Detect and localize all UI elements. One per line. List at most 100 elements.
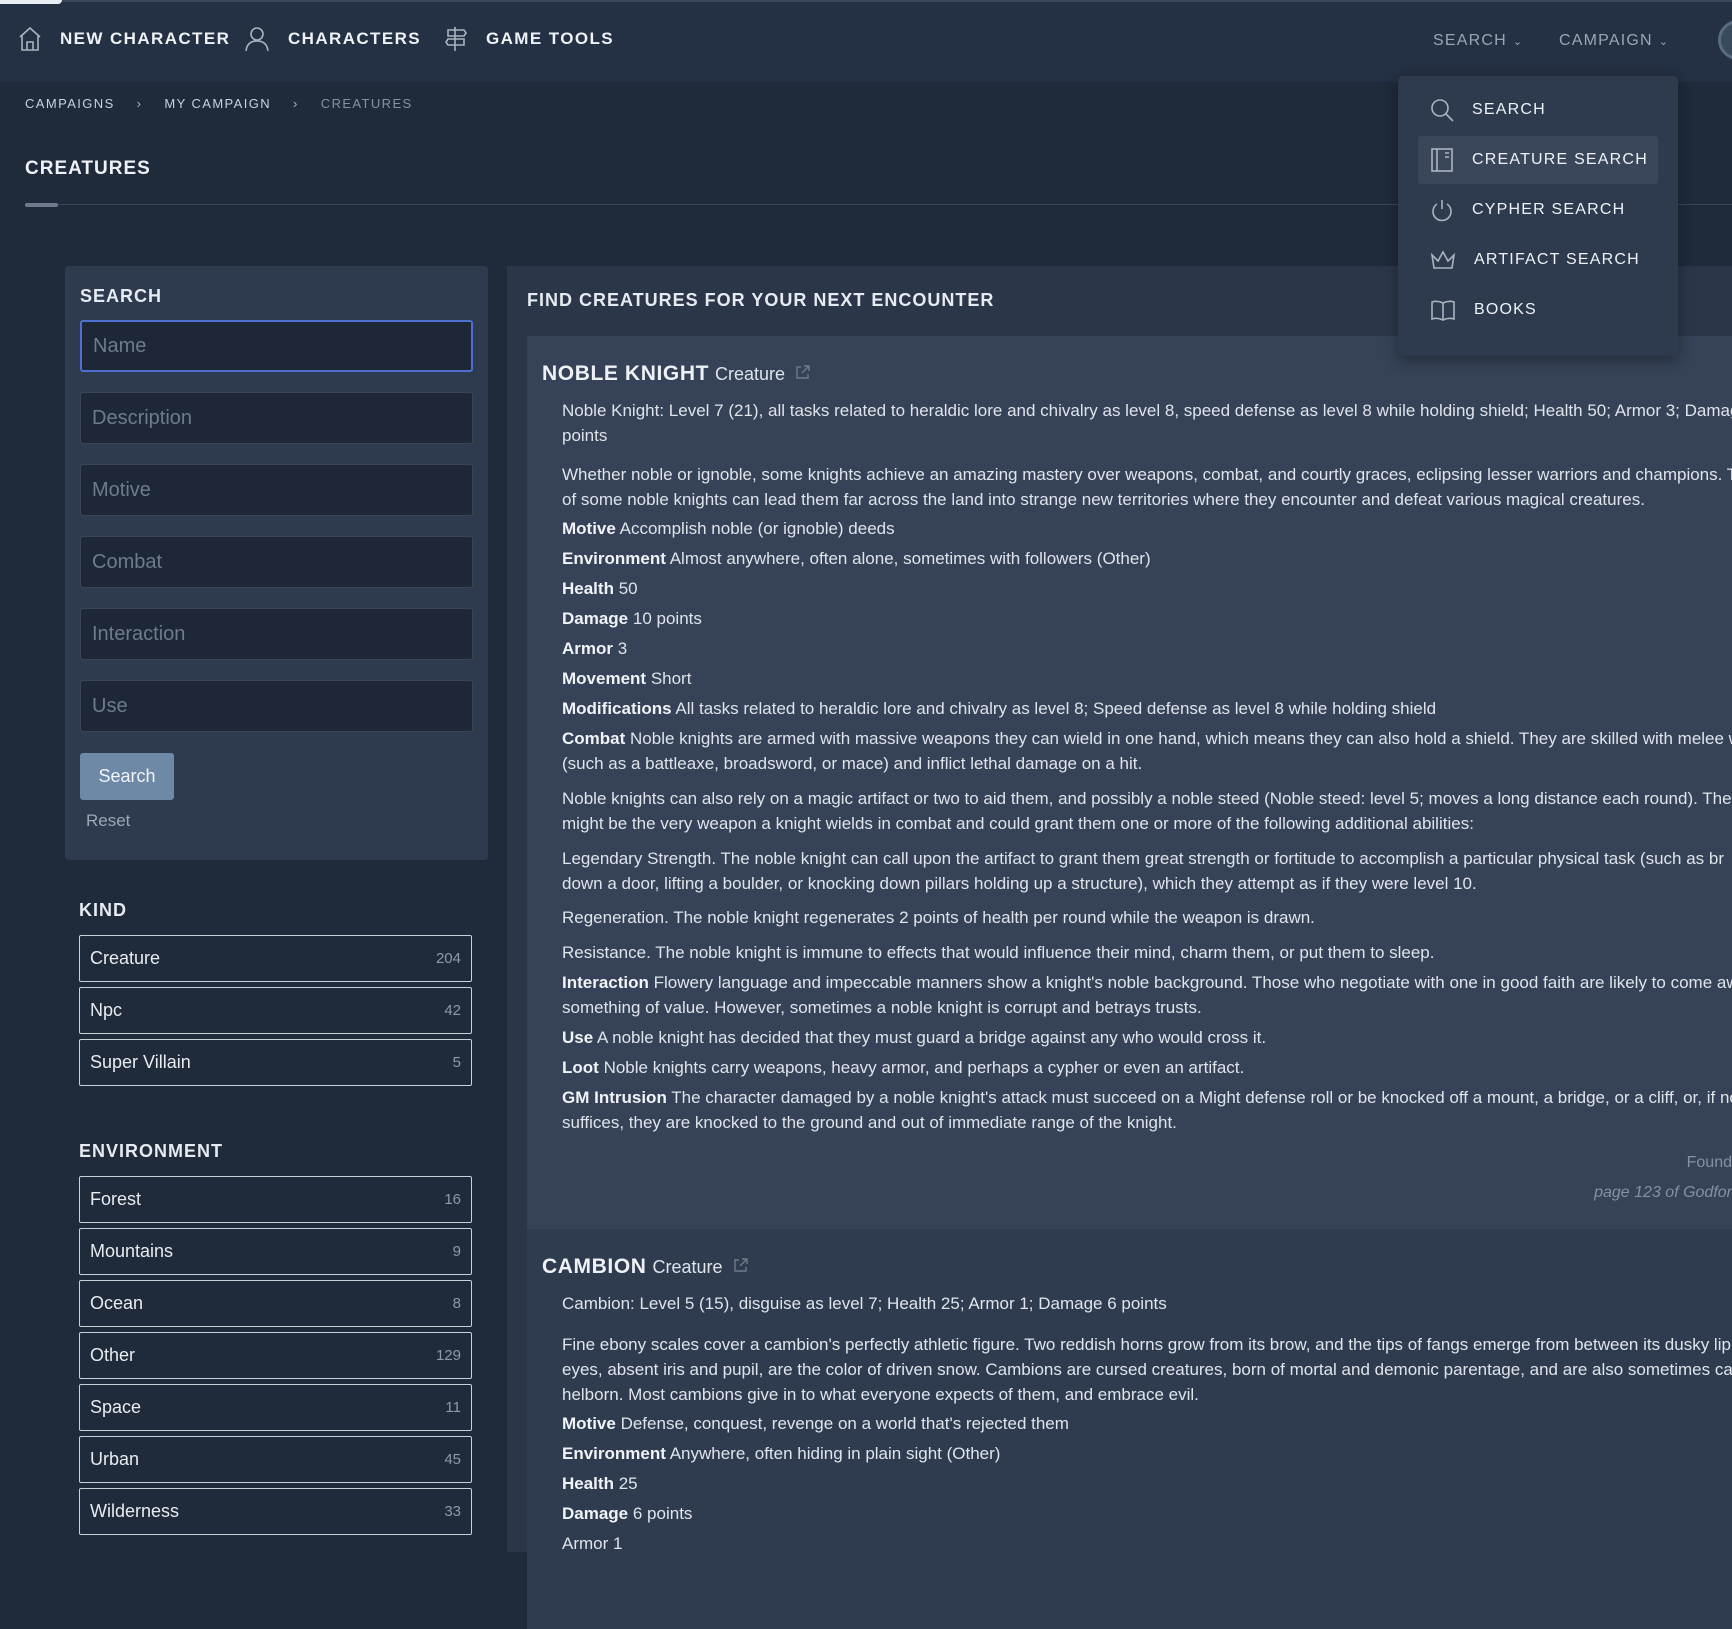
kind-heading: KIND: [79, 900, 127, 920]
search-panel: SEARCH Search Reset: [65, 266, 488, 860]
description-line: helborn. Most cambions give in to what e…: [562, 1385, 1199, 1404]
description-input[interactable]: [80, 392, 473, 444]
facet-kind-super-villain[interactable]: Super Villain 5: [79, 1039, 472, 1086]
open-book-icon: [1431, 300, 1455, 321]
nav-characters[interactable]: CHARACTERS: [244, 26, 421, 52]
source-page[interactable]: page 123 of Godfor: [1594, 1184, 1732, 1202]
menu-item-label: CREATURE SEARCH: [1472, 151, 1648, 168]
stat-value: Noble knights are armed with massive wea…: [630, 729, 1732, 748]
stat-value: Almost anywhere, often alone, sometimes …: [669, 549, 1151, 568]
facet-label: Mountains: [90, 1241, 174, 1261]
breadcrumb-my-campaign[interactable]: MY CAMPAIGN: [164, 96, 271, 111]
search-button[interactable]: Search: [80, 753, 174, 800]
menu-item-search[interactable]: SEARCH: [1418, 86, 1658, 134]
name-input[interactable]: [80, 320, 473, 372]
stat-value: 6 points: [632, 1504, 693, 1523]
creature-card-noble-knight: NOBLE KNIGHT Creature Noble Knight: Leve…: [527, 336, 1732, 1229]
crown-icon: [1430, 250, 1456, 269]
facet-env-forest[interactable]: Forest 16: [79, 1176, 472, 1223]
external-link-icon[interactable]: [733, 1257, 749, 1273]
facet-label: Urban: [90, 1449, 140, 1469]
nav-game-tools[interactable]: GAME TOOLS: [444, 26, 614, 52]
description-line: Fine ebony scales cover a cambion's perf…: [562, 1335, 1731, 1354]
facet-count: 33: [444, 1503, 461, 1520]
facet-env-ocean[interactable]: Ocean 8: [79, 1280, 472, 1327]
power-icon: [1432, 200, 1452, 222]
top-navbar: NEW CHARACTER CHARACTERS GAME TOOLS SEAR…: [0, 0, 1732, 82]
stat-motive: Motive Defense, conquest, revenge on a w…: [562, 1411, 1069, 1436]
nav-new-character[interactable]: NEW CHARACTER: [18, 26, 230, 52]
stat-label: Environment: [562, 1444, 666, 1463]
stat-label: Movement: [562, 669, 647, 688]
user-icon: [245, 27, 269, 52]
chevron-down-icon: ⌄: [1658, 36, 1670, 48]
paragraph-line: down a door, lifting a boulder, or knock…: [562, 874, 1477, 893]
reset-link[interactable]: Reset: [86, 811, 130, 831]
breadcrumb-campaigns[interactable]: CAMPAIGNS: [25, 96, 115, 111]
results-heading: FIND CREATURES FOR YOUR NEXT ENCOUNTER: [527, 290, 995, 310]
stat-value: 10 points: [632, 609, 702, 628]
facet-label: Npc: [90, 1000, 123, 1020]
stat-label: Armor: [562, 639, 614, 658]
menu-item-label: BOOKS: [1474, 301, 1537, 318]
facet-env-urban[interactable]: Urban 45: [79, 1436, 472, 1483]
stat-modifications: Modifications All tasks related to heral…: [562, 696, 1436, 721]
nav-search-dropdown[interactable]: SEARCH ⌄: [1433, 32, 1523, 50]
interaction-input[interactable]: [80, 608, 473, 660]
search-dropdown-menu: SEARCH CREATURE SEARCH CYPHER SEARCH ART…: [1398, 76, 1678, 356]
facet-kind-creature[interactable]: Creature 204: [79, 935, 472, 982]
stat-gm-intrusion: GM Intrusion The character damaged by a …: [562, 1085, 1732, 1135]
nav-campaign-label: CAMPAIGN: [1559, 32, 1653, 49]
bestiary-book-icon: [1431, 148, 1453, 172]
facet-count: 129: [435, 1347, 461, 1364]
facet-env-mountains[interactable]: Mountains 9: [79, 1228, 472, 1275]
creature-description: Fine ebony scales cover a cambion's perf…: [562, 1332, 1732, 1407]
facet-label: Ocean: [90, 1293, 144, 1313]
stat-value: 25: [618, 1474, 638, 1493]
motive-input[interactable]: [80, 464, 473, 516]
stat-label: GM Intrusion: [562, 1088, 667, 1107]
nav-search-label: SEARCH: [1433, 32, 1507, 49]
stat-label: Interaction: [562, 973, 649, 992]
avatar[interactable]: [1718, 20, 1732, 60]
menu-item-cypher-search[interactable]: CYPHER SEARCH: [1418, 186, 1658, 234]
stat-movement: Movement Short: [562, 666, 691, 691]
facet-count: 5: [452, 1054, 461, 1071]
facet-count: 204: [435, 950, 461, 967]
combat-input[interactable]: [80, 536, 473, 588]
menu-item-books[interactable]: BOOKS: [1418, 286, 1658, 334]
page-title: CREATURES: [25, 158, 151, 179]
summary-line: Noble Knight: Level 7 (21), all tasks re…: [562, 401, 1732, 420]
stat-armor: Armor 3: [562, 636, 627, 661]
facet-env-wilderness[interactable]: Wilderness 33: [79, 1488, 472, 1535]
external-link-icon[interactable]: [795, 364, 811, 380]
facet-label: Super Villain: [90, 1052, 191, 1072]
menu-item-artifact-search[interactable]: ARTIFACT SEARCH: [1418, 236, 1658, 284]
creature-summary: Cambion: Level 5 (15), disguise as level…: [562, 1294, 1167, 1313]
results-panel: FIND CREATURES FOR YOUR NEXT ENCOUNTER N…: [507, 266, 1732, 1629]
creature-kind: Creature: [652, 1257, 723, 1277]
creature-name[interactable]: NOBLE KNIGHT: [542, 362, 709, 386]
facet-env-other[interactable]: Other 129: [79, 1332, 472, 1379]
search-icon: [1431, 99, 1454, 122]
use-input[interactable]: [80, 680, 473, 732]
nav-campaign-dropdown[interactable]: CAMPAIGN ⌄: [1559, 32, 1669, 50]
facet-env-space[interactable]: Space 11: [79, 1384, 472, 1431]
stat-health: Health 25: [562, 1471, 638, 1496]
creature-kind: Creature: [715, 364, 786, 384]
stat-value: Anywhere, often hiding in plain sight (O…: [669, 1444, 1001, 1463]
facet-kind-npc[interactable]: Npc 42: [79, 987, 472, 1034]
facet-label: Forest: [90, 1189, 142, 1209]
title-underline: [25, 203, 58, 207]
stat-label: Use: [562, 1028, 594, 1047]
creature-name[interactable]: CAMBION: [542, 1255, 647, 1279]
stat-motive: Motive Accomplish noble (or ignoble) dee…: [562, 516, 895, 541]
breadcrumb-creatures: CREATURES: [320, 96, 413, 111]
facet-label: Other: [90, 1345, 136, 1365]
chevron-right-icon: ›: [293, 96, 299, 111]
facet-count: 11: [445, 1399, 461, 1416]
stat-label: Environment: [562, 549, 666, 568]
stat-value: All tasks related to heraldic lore and c…: [675, 699, 1437, 718]
menu-item-creature-search[interactable]: CREATURE SEARCH: [1418, 136, 1658, 184]
nav-characters-label: CHARACTERS: [288, 29, 421, 48]
